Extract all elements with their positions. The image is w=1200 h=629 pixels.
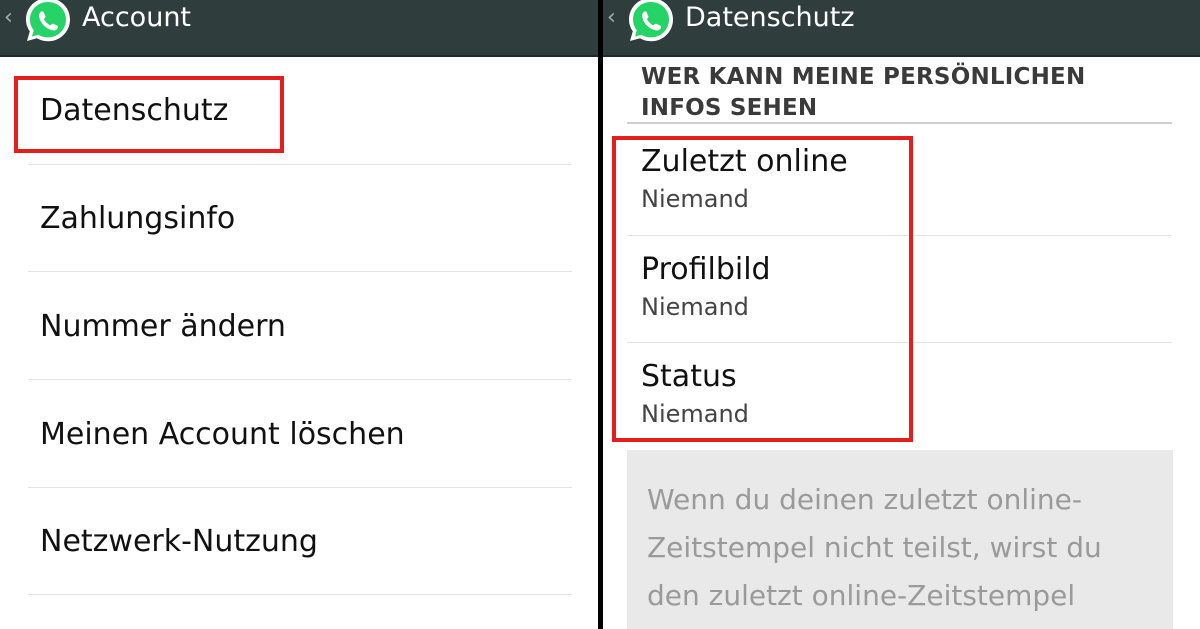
back-chevron-icon[interactable]: ‹: [4, 6, 13, 30]
app-bar: ‹ Datenschutz: [603, 0, 1200, 57]
divider: [28, 379, 572, 380]
divider: [28, 271, 572, 272]
section-divider: [627, 122, 1172, 124]
menu-item-zahlungsinfo[interactable]: Zahlungsinfo: [40, 199, 235, 239]
menu-item-account-loeschen[interactable]: Meinen Account löschen: [40, 415, 405, 455]
menu-item-nummer-aendern[interactable]: Nummer ändern: [40, 307, 286, 347]
info-text: Wenn du deinen zuletzt online-Zeitstempe…: [647, 483, 1102, 612]
app-bar: ‹ Account: [0, 0, 598, 57]
page-title: Datenschutz: [685, 2, 855, 33]
divider: [28, 164, 572, 165]
back-chevron-icon[interactable]: ‹: [607, 6, 616, 30]
highlight-box: [612, 136, 913, 442]
datenschutz-screen: ‹ Datenschutz WER KANN MEINE PERSÖNLICHE…: [603, 0, 1200, 629]
whatsapp-logo-icon[interactable]: [625, 0, 677, 46]
whatsapp-logo-icon[interactable]: [22, 0, 74, 46]
account-screen: ‹ Account Datenschutz Zahlungsinfo Numme…: [0, 0, 598, 629]
info-text-box: Wenn du deinen zuletzt online-Zeitstempe…: [627, 450, 1173, 629]
highlight-box: [14, 76, 284, 153]
menu-item-netzwerk-nutzung[interactable]: Netzwerk-Nutzung: [40, 522, 318, 562]
page-title: Account: [82, 2, 192, 33]
section-header: WER KANN MEINE PERSÖNLICHEN INFOS SEHEN: [641, 64, 1086, 121]
divider: [28, 594, 572, 595]
divider: [28, 487, 572, 488]
